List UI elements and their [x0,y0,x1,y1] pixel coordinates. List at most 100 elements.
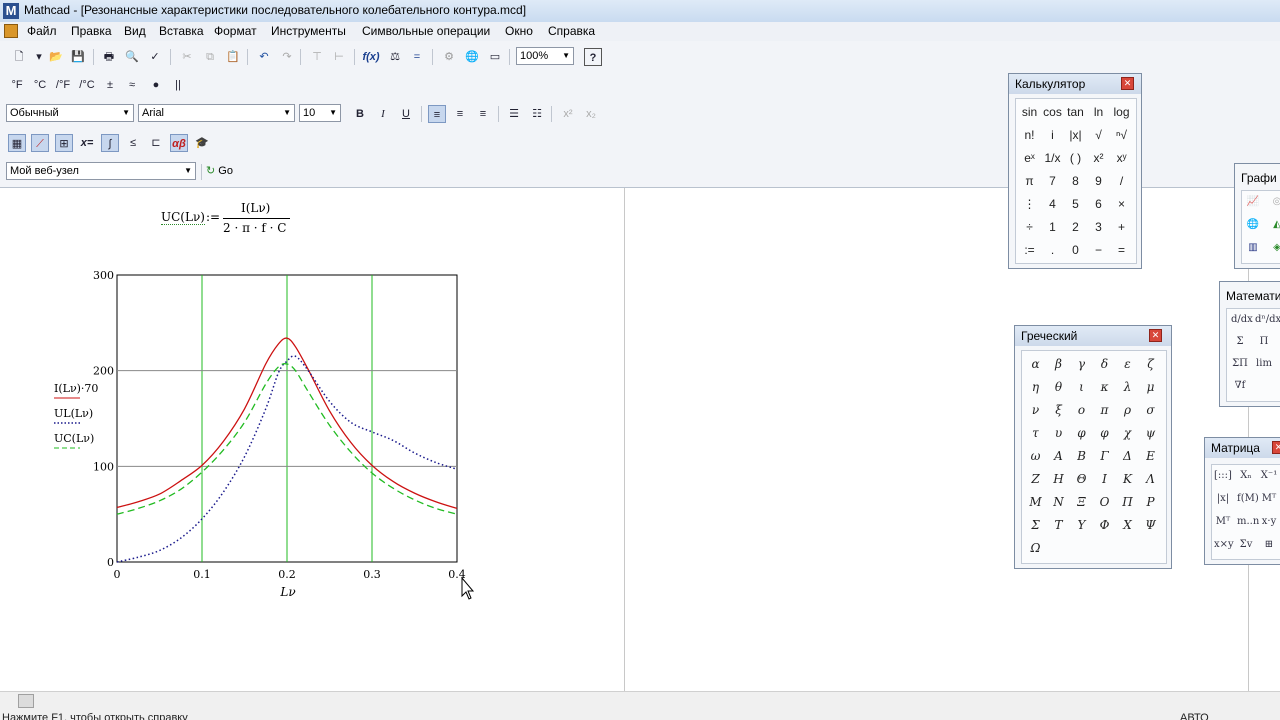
subscript-button[interactable]: x₂ [582,105,600,123]
help-icon[interactable]: ? [584,48,602,66]
calculator-key[interactable]: 1/x [1041,147,1064,170]
copy-icon[interactable]: ⧉ [201,48,219,66]
calculator-key[interactable]: x² [1087,147,1110,170]
graph-palette-title[interactable]: Графи [1235,168,1280,188]
calculator-key[interactable]: − [1087,239,1110,262]
calculator-key[interactable]: 5 [1064,193,1087,216]
greek-letter-key[interactable]: Ε [1139,445,1162,468]
greek-letter-key[interactable]: ο [1070,399,1093,422]
calculator-key[interactable]: 4 [1041,193,1064,216]
calculator-key[interactable]: 0 [1064,239,1087,262]
plus-minus-button[interactable]: ± [101,76,119,94]
calculate-icon[interactable]: = [408,48,426,66]
polar-globe-icon[interactable]: 🌐 [1244,216,1262,234]
matrix-operation-key[interactable]: X⁻¹ [1260,467,1278,485]
greek-letter-key[interactable]: θ [1047,376,1070,399]
greek-letter-key[interactable]: Μ [1024,491,1047,514]
greek-letter-key[interactable]: π [1093,399,1116,422]
calculator-key[interactable]: 8 [1064,170,1087,193]
greek-letter-key[interactable]: φ [1093,422,1116,445]
spell-check-icon[interactable]: ✓ [146,48,164,66]
calculator-key[interactable]: ln [1087,101,1110,124]
greek-letter-key[interactable]: υ [1047,422,1070,445]
insert-component-icon[interactable]: ⚙ [440,48,458,66]
greek-letter-key[interactable]: σ [1139,399,1162,422]
menu-format[interactable]: Формат [214,24,257,38]
menu-edit[interactable]: Правка [71,24,112,38]
calculator-key[interactable]: 7 [1041,170,1064,193]
greek-letter-key[interactable]: Ν [1047,491,1070,514]
greek-letter-key[interactable]: λ [1116,376,1139,399]
calculator-key[interactable]: ÷ [1018,216,1041,239]
menu-view[interactable]: Вид [124,24,146,38]
resource-center-icon[interactable]: 🌐 [463,48,481,66]
gradient-key[interactable]: ∇f [1231,377,1249,395]
menu-symbolics[interactable]: Символьные операции [362,24,490,38]
calculator-key[interactable]: log [1110,101,1133,124]
greek-letter-key[interactable]: Η [1047,468,1070,491]
window-icon[interactable]: ▭ [486,48,504,66]
graph-palette[interactable]: Графи 📈 ◎ 🌐 ◭ ▥ ◈ [1234,163,1280,269]
approx-button[interactable]: ≈ [123,76,141,94]
greek-toolbar-icon[interactable]: αβ [170,134,188,152]
range-product-key[interactable]: ΣΠ [1231,355,1249,373]
matrix-palette[interactable]: Матрица ✕ [:::] Xₙ X⁻¹ |x| f(M) Mᵀ Mᵀ m..n x·y x×… [1204,437,1280,565]
italic-button[interactable]: I [374,105,392,123]
greek-letter-key[interactable]: Σ [1024,514,1047,537]
close-icon[interactable]: ✕ [1149,329,1162,342]
greek-letter-key[interactable]: Β [1070,445,1093,468]
menu-help[interactable]: Справка [548,24,595,38]
calculator-key[interactable]: n! [1018,124,1041,147]
greek-letter-key[interactable]: β [1047,353,1070,376]
boolean-toolbar-icon[interactable]: ≤ [124,134,142,152]
menu-insert[interactable]: Вставка [159,24,204,38]
greek-palette[interactable]: Греческий ✕ αβγδεζ ηθικλμ νξοπρσ τυφφχψ ωΑΒΓ… [1014,325,1172,569]
numbered-list-icon[interactable]: ☷ [528,105,546,123]
greek-letter-key[interactable]: Υ [1070,514,1093,537]
save-icon[interactable]: 💾 [69,48,87,66]
summation-key[interactable]: Σ [1231,333,1249,351]
greek-letter-key[interactable]: α [1024,353,1047,376]
calculator-key[interactable]: = [1110,239,1133,262]
cut-icon[interactable]: ✂ [178,48,196,66]
insert-unit-icon[interactable]: ⚖ [386,48,404,66]
greek-letter-key[interactable]: Δ [1116,445,1139,468]
greek-letter-key[interactable]: ρ [1116,399,1139,422]
bold-button[interactable]: B [351,105,369,123]
greek-letter-key[interactable]: Ο [1093,491,1116,514]
greek-letter-key[interactable]: Π [1116,491,1139,514]
greek-letter-key[interactable]: Κ [1116,468,1139,491]
units-per-degf-button[interactable]: /°F [54,76,72,94]
greek-letter-key[interactable]: φ [1070,422,1093,445]
matrix-operation-key[interactable]: x·y [1260,513,1278,531]
calculator-key[interactable]: ⁿ√ [1110,124,1133,147]
greek-letter-key[interactable]: Ζ [1024,468,1047,491]
bar-plot-icon[interactable]: ▥ [1244,239,1262,257]
greek-letter-key[interactable]: Τ [1047,514,1070,537]
calculator-palette[interactable]: Калькулятор ✕ sin cos tan ln log n! i |x| √ ⁿ√ eˣ 1… [1008,73,1142,269]
web-address-select[interactable]: Мой веб-узел ▼ [6,162,196,180]
surface-plot-icon[interactable]: ◭ [1268,216,1280,234]
go-button[interactable]: ↻ Go [206,162,233,180]
calculator-key[interactable]: 3 [1087,216,1110,239]
calculator-key[interactable]: 9 [1087,170,1110,193]
greek-letter-key[interactable]: Α [1047,445,1070,468]
calculator-key[interactable]: |x| [1064,124,1087,147]
greek-letter-key[interactable]: τ [1024,422,1047,445]
calculator-key[interactable]: √ [1087,124,1110,147]
matrix-operation-key[interactable]: x×y [1214,536,1234,554]
greek-letter-key[interactable]: Ρ [1139,491,1162,514]
nth-derivative-key[interactable]: dⁿ/dxⁿ [1255,311,1280,329]
print-preview-icon[interactable]: 🔍 [123,48,141,66]
menu-window[interactable]: Окно [505,24,533,38]
polar-plot-icon[interactable]: ◎ [1268,193,1280,211]
calculator-key[interactable]: / [1110,170,1133,193]
greek-letter-key[interactable]: Λ [1139,468,1162,491]
greek-letter-key[interactable]: γ [1070,353,1093,376]
greek-letter-key[interactable]: ζ [1139,353,1162,376]
product-key[interactable]: Π [1255,333,1273,351]
close-icon[interactable]: ✕ [1272,441,1280,454]
matrix-operation-key[interactable]: Xₙ [1237,467,1255,485]
greek-letter-key[interactable]: ξ [1047,399,1070,422]
open-folder-icon[interactable]: 📂 [47,48,65,66]
